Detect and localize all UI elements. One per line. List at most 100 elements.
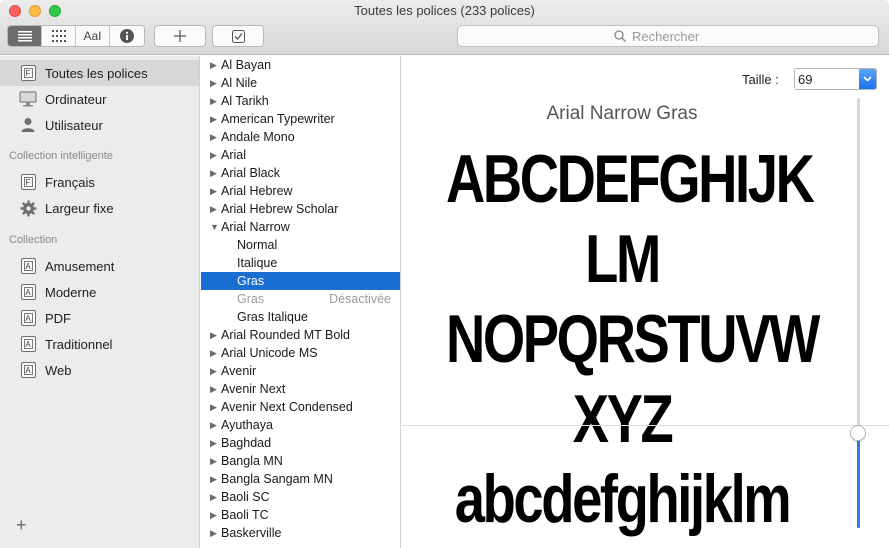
font-family-row[interactable]: ▶ American Typewriter <box>201 110 400 128</box>
sample-view-button[interactable]: AaI <box>76 26 110 46</box>
disclosure-collapsed-icon[interactable]: ▶ <box>210 92 217 110</box>
font-style-row[interactable]: Gras Désactivée <box>201 290 400 308</box>
disclosure-collapsed-icon[interactable]: ▶ <box>210 200 217 218</box>
sidebar-item-francais[interactable]: F Français <box>0 169 199 195</box>
font-family-row[interactable]: ▶ Arial Rounded MT Bold <box>201 326 400 344</box>
disclosure-collapsed-icon[interactable]: ▶ <box>210 56 217 74</box>
size-combobox[interactable] <box>794 68 877 90</box>
disclosure-collapsed-icon[interactable]: ▶ <box>210 434 217 452</box>
sample-icon: AaI <box>83 29 102 43</box>
plus-icon <box>174 30 186 42</box>
font-family-row[interactable]: ▶ Avenir Next <box>201 380 400 398</box>
font-family-row[interactable]: ▶ Al Tarikh <box>201 92 400 110</box>
search-field[interactable] <box>457 25 879 47</box>
list-view-button[interactable] <box>8 26 42 46</box>
sidebar-item-traditionnel[interactable]: A Traditionnel <box>0 331 199 357</box>
font-row-label: Arial Hebrew <box>221 184 293 198</box>
add-collection-button[interactable]: + <box>16 515 27 536</box>
font-row-label: Arial Black <box>221 166 281 180</box>
disclosure-collapsed-icon[interactable]: ▶ <box>210 110 217 128</box>
font-family-row[interactable]: ▶ Avenir <box>201 362 400 380</box>
title-bar: Toutes les polices (233 polices) AaI <box>0 0 889 55</box>
disclosure-expanded-icon[interactable]: ▼ <box>210 218 219 236</box>
disclosure-collapsed-icon[interactable]: ▶ <box>210 398 217 416</box>
magnifier-icon <box>614 30 626 42</box>
font-family-row[interactable]: ▶ Baghdad <box>201 434 400 452</box>
disclosure-collapsed-icon[interactable]: ▶ <box>210 362 217 380</box>
grid-view-button[interactable] <box>42 26 76 46</box>
sidebar-item-amusement[interactable]: A Amusement <box>0 253 199 279</box>
computer-icon <box>19 90 37 108</box>
chevron-down-icon <box>863 76 872 82</box>
font-family-row[interactable]: ▶ Bangla Sangam MN <box>201 470 400 488</box>
add-font-button[interactable] <box>154 25 206 47</box>
disclosure-collapsed-icon[interactable]: ▶ <box>210 524 217 542</box>
disclosure-collapsed-icon[interactable]: ▶ <box>210 506 217 524</box>
sidebar-item-computer[interactable]: Ordinateur <box>0 86 199 112</box>
disclosure-collapsed-icon[interactable]: ▶ <box>210 182 217 200</box>
size-dropdown-button[interactable] <box>859 69 876 89</box>
smart-collection-icon: F <box>19 173 37 191</box>
disclosure-collapsed-icon[interactable]: ▶ <box>210 470 217 488</box>
disclosure-collapsed-icon[interactable]: ▶ <box>210 452 217 470</box>
sample-line-lowercase: abcdefghijklm <box>454 461 792 537</box>
sidebar-item-moderne[interactable]: A Moderne <box>0 279 199 305</box>
font-style-row[interactable]: Gras <box>201 272 400 290</box>
font-family-row[interactable]: ▶ Arial <box>201 146 400 164</box>
info-view-button[interactable] <box>110 26 144 46</box>
font-style-row[interactable]: Gras Italique <box>201 308 400 326</box>
font-row-label: Bangla Sangam MN <box>221 472 333 486</box>
sidebar-item-label: Toutes les polices <box>45 65 148 81</box>
font-family-row[interactable]: ▶ Bangla MN <box>201 452 400 470</box>
disclosure-collapsed-icon[interactable]: ▶ <box>210 416 217 434</box>
disclosure-collapsed-icon[interactable]: ▶ <box>210 488 217 506</box>
sidebar-item-pdf[interactable]: A PDF <box>0 305 199 331</box>
sidebar-item-label: Moderne <box>45 284 97 300</box>
font-family-row[interactable]: ▶ Baoli SC <box>201 488 400 506</box>
font-family-row[interactable]: ▼ Arial Narrow <box>201 218 400 236</box>
font-family-row[interactable]: ▶ Avenir Next Condensed <box>201 398 400 416</box>
font-family-row[interactable]: ▶ Arial Unicode MS <box>201 344 400 362</box>
font-family-row[interactable]: ▶ Baskerville <box>201 524 400 542</box>
preview-font-name: Arial Narrow Gras <box>546 103 698 124</box>
user-icon <box>19 116 37 134</box>
disclosure-collapsed-icon[interactable]: ▶ <box>210 146 217 164</box>
font-family-row[interactable]: ▶ Arial Hebrew <box>201 182 400 200</box>
sidebar-item-user[interactable]: Utilisateur <box>0 112 199 138</box>
gear-icon <box>19 199 37 217</box>
font-style-row[interactable]: Italique <box>201 254 400 272</box>
disclosure-collapsed-icon[interactable]: ▶ <box>210 164 217 182</box>
sample-line-uppercase-1: ABCDEFGHIJK <box>446 141 815 217</box>
collection-icon: A <box>19 335 37 353</box>
search-input[interactable] <box>632 28 722 44</box>
font-row-label: Arial Unicode MS <box>221 346 318 360</box>
sidebar-item-fixed-width[interactable]: Largeur fixe <box>0 195 199 221</box>
font-family-row[interactable]: ▶ Arial Black <box>201 164 400 182</box>
sidebar-item-web[interactable]: A Web <box>0 357 199 383</box>
validate-font-button[interactable] <box>212 25 264 47</box>
disclosure-collapsed-icon[interactable]: ▶ <box>210 344 217 362</box>
disclosure-collapsed-icon[interactable]: ▶ <box>210 74 217 92</box>
disclosure-collapsed-icon[interactable]: ▶ <box>210 326 217 344</box>
font-family-row[interactable]: ▶ Andale Mono <box>201 128 400 146</box>
disclosure-collapsed-icon[interactable]: ▶ <box>210 380 217 398</box>
font-row-label: Avenir <box>221 364 257 378</box>
font-family-row[interactable]: ▶ Al Bayan <box>201 56 400 74</box>
collection-header: Collection <box>9 234 58 246</box>
window-title: Toutes les polices (233 polices) <box>354 3 535 18</box>
font-family-row[interactable]: ▶ Al Nile <box>201 74 400 92</box>
font-row-label: Baghdad <box>221 436 272 450</box>
sample-line-uppercase-2: LM <box>585 221 661 297</box>
preview-divider <box>402 425 889 426</box>
font-family-row[interactable]: ▶ Arial Hebrew Scholar <box>201 200 400 218</box>
sample-line-uppercase-4: XYZ <box>572 381 674 457</box>
font-row-label: Arial Hebrew Scholar <box>221 202 339 216</box>
font-family-row[interactable]: ▶ Baoli TC <box>201 506 400 524</box>
font-family-row[interactable]: ▶ Ayuthaya <box>201 416 400 434</box>
size-slider-knob[interactable] <box>850 425 866 442</box>
size-input[interactable] <box>795 69 859 89</box>
font-style-row[interactable]: Normal <box>201 236 400 254</box>
disclosure-collapsed-icon[interactable]: ▶ <box>210 128 217 146</box>
sidebar-item-all-fonts[interactable]: F Toutes les polices <box>0 60 199 86</box>
font-list: ▶ Al Bayan ▶ Al Nile ▶ Al Tarikh ▶ American Typ… <box>201 56 401 548</box>
